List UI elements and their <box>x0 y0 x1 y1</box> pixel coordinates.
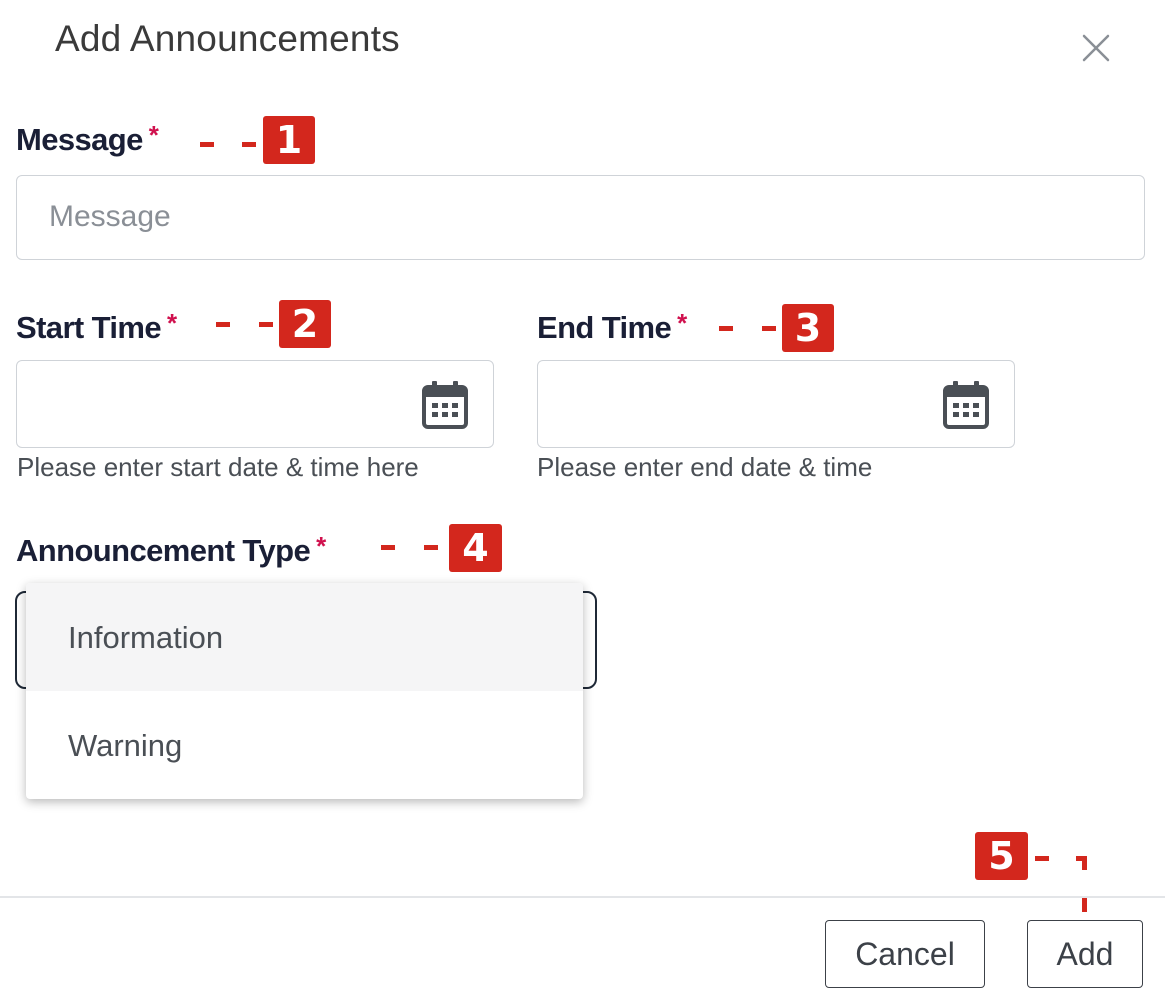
add-button[interactable]: Add <box>1027 920 1143 988</box>
dialog-title: Add Announcements <box>55 18 400 59</box>
callout-connector <box>424 545 438 550</box>
end-time-label-text: End Time <box>537 310 672 345</box>
callout-connector <box>1035 856 1049 861</box>
required-mark: * <box>677 308 687 338</box>
callout-connector <box>1082 856 1087 870</box>
announcement-type-label: Announcement Type * <box>16 531 326 569</box>
footer-divider <box>0 896 1165 898</box>
end-time-hint: Please enter end date & time <box>537 452 873 482</box>
calendar-icon[interactable] <box>421 379 469 431</box>
callout-badge-2: 2 <box>279 300 331 348</box>
callout-badge-4: 4 <box>449 524 502 572</box>
start-time-input[interactable] <box>16 360 494 448</box>
callout-connector <box>762 326 776 331</box>
message-label-text: Message <box>16 122 143 157</box>
callout-badge-3: 3 <box>782 304 834 352</box>
message-placeholder: Message <box>49 200 171 233</box>
start-time-label: Start Time * <box>16 308 177 346</box>
option-warning[interactable]: Warning <box>26 691 583 799</box>
announcement-type-label-text: Announcement Type <box>16 533 311 568</box>
close-icon[interactable] <box>1078 30 1114 66</box>
callout-connector <box>719 326 733 331</box>
calendar-icon[interactable] <box>942 379 990 431</box>
callout-connector <box>1082 898 1087 912</box>
option-information[interactable]: Information <box>26 583 583 691</box>
cancel-button[interactable]: Cancel <box>825 920 985 988</box>
message-input[interactable]: Message <box>16 175 1145 260</box>
required-mark: * <box>167 308 177 338</box>
start-time-hint: Please enter start date & time here <box>17 452 419 482</box>
required-mark: * <box>316 531 326 561</box>
start-time-label-text: Start Time <box>16 310 162 345</box>
end-time-input[interactable] <box>537 360 1015 448</box>
callout-badge-1: 1 <box>263 116 315 164</box>
callout-connector <box>242 142 256 147</box>
callout-connector <box>216 322 230 327</box>
callout-connector <box>200 142 214 147</box>
end-time-label: End Time * <box>537 308 687 346</box>
announcement-type-dropdown: Information Warning <box>26 583 583 799</box>
callout-connector <box>259 322 273 327</box>
callout-badge-5: 5 <box>975 832 1028 880</box>
callout-connector <box>381 545 395 550</box>
required-mark: * <box>148 120 159 150</box>
message-label: Message * <box>16 120 159 158</box>
